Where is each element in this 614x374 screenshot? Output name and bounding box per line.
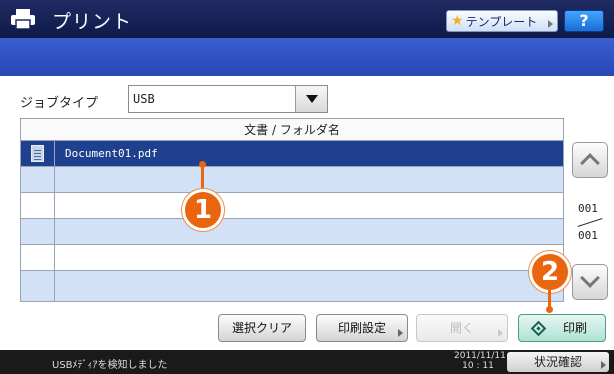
page-separator <box>577 218 603 227</box>
clear-selection-button[interactable]: 選択クリア <box>218 314 306 342</box>
header-band <box>0 38 614 76</box>
submenu-arrow-icon <box>398 329 403 337</box>
clear-selection-label: 選択クリア <box>231 321 292 335</box>
title-bar: プリント ★ テンプレート ? <box>0 0 614 38</box>
page-current: 001 <box>578 202 598 215</box>
list-item[interactable]: Document01.pdf <box>21 141 563 167</box>
submenu-arrow-icon <box>548 20 553 28</box>
list-item-empty <box>21 271 563 301</box>
help-button[interactable]: ? <box>564 10 604 32</box>
star-icon: ★ <box>451 13 464 29</box>
start-icon <box>530 320 547 337</box>
job-type-label: ジョブタイプ <box>20 96 99 111</box>
status-date: 2011/11/11 <box>454 351 506 361</box>
file-list: 文書 / フォルダ名 Document01.pdf <box>20 118 564 302</box>
list-item-empty <box>21 219 563 245</box>
date-time: 2011/11/11 10 : 11 <box>454 351 506 371</box>
job-type-value: USB <box>133 92 155 106</box>
print-settings-label: 印刷設定 <box>337 321 386 335</box>
dropdown-arrow-icon[interactable] <box>295 86 327 112</box>
document-icon <box>31 145 44 162</box>
job-type-select[interactable]: USB <box>128 85 328 113</box>
list-column-header: 文書 / フォルダ名 <box>21 119 563 141</box>
list-item-empty <box>21 193 563 219</box>
print-label: 印刷 <box>563 321 588 335</box>
chevron-up-icon <box>580 153 600 173</box>
print-settings-button[interactable]: 印刷設定 <box>316 314 408 342</box>
open-label: 開く <box>449 321 474 335</box>
scroll-up-button[interactable] <box>572 142 608 178</box>
template-button[interactable]: ★ テンプレート <box>446 10 558 32</box>
callout-leader-1 <box>199 161 206 192</box>
callout-marker-1: 1 <box>182 189 224 231</box>
status-message: USBﾒﾃﾞｨｱを検知しました <box>52 360 168 371</box>
chevron-down-icon <box>580 268 600 288</box>
list-item-empty <box>21 167 563 193</box>
page-title: プリント <box>52 11 133 33</box>
status-time: 10 : 11 <box>462 361 494 371</box>
job-status-label: 状況確認 <box>533 355 582 369</box>
file-name: Document01.pdf <box>65 147 158 160</box>
print-button[interactable]: 印刷 <box>518 314 606 342</box>
printer-icon <box>11 9 35 29</box>
main-panel: ジョブタイプ USB 文書 / フォルダ名 Document01.pdf 001… <box>0 76 614 350</box>
submenu-arrow-icon <box>498 329 503 337</box>
list-item-empty <box>21 245 563 271</box>
callout-marker-2: 2 <box>529 251 571 293</box>
open-button[interactable]: 開く <box>416 314 508 342</box>
page-total: 001 <box>578 229 598 242</box>
status-bar: USBﾒﾃﾞｨｱを検知しました 2011/11/11 10 : 11 状況確認 <box>0 350 614 374</box>
submenu-arrow-icon <box>601 361 606 369</box>
scroll-down-button[interactable] <box>572 264 608 300</box>
callout-leader-2 <box>546 290 553 313</box>
job-status-button[interactable]: 状況確認 <box>507 352 609 372</box>
template-button-label: テンプレート <box>465 14 538 29</box>
